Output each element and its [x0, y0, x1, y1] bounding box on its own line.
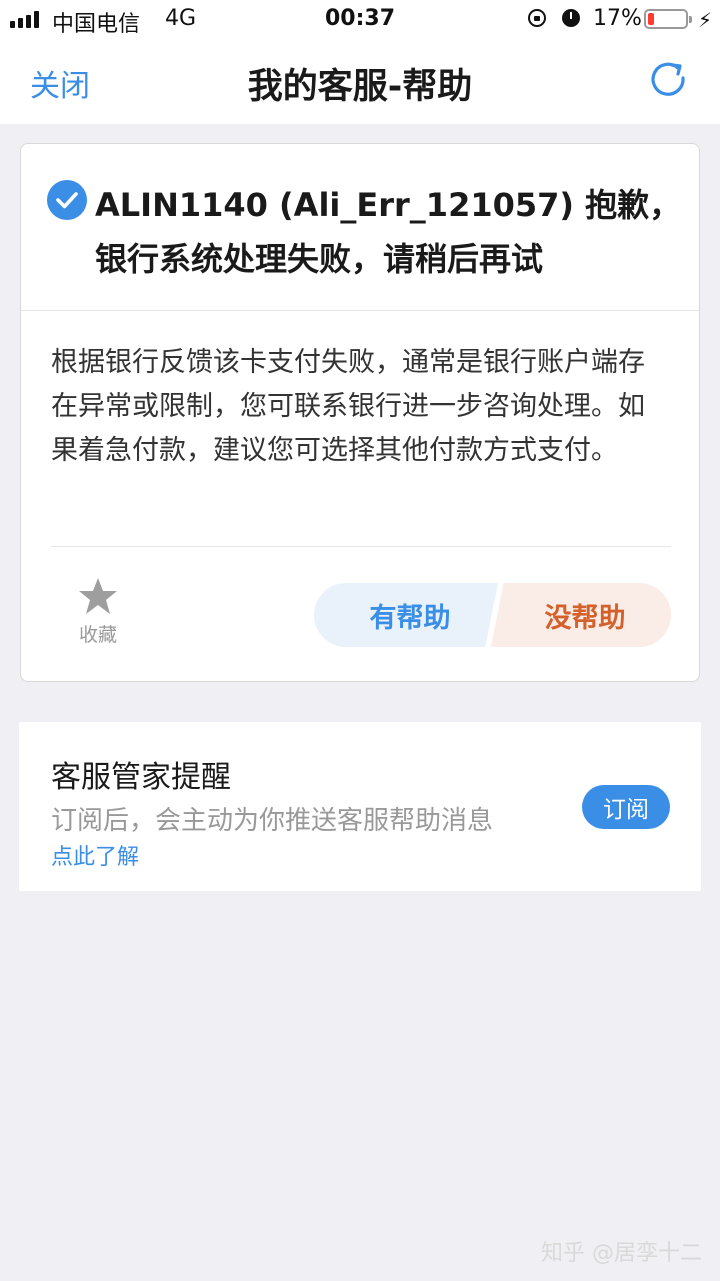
star-icon	[79, 578, 117, 614]
unhelpful-button[interactable]: 没帮助	[491, 583, 671, 647]
question-title: ALIN1140 (Ali_Err_121057) 抱歉，银行系统处理失败，请稍…	[95, 186, 682, 278]
rotation-lock-icon	[528, 9, 546, 27]
favorite-button[interactable]: 收藏	[61, 576, 135, 647]
status-bar: 中国电信 4G 00:37 17% ⚡	[0, 0, 720, 40]
battery-fill	[648, 13, 654, 25]
answer-text: 根据银行反馈该卡支付失败，通常是银行账户端存在异常或限制，您可联系银行进一步咨询…	[51, 347, 645, 466]
alarm-icon	[562, 9, 580, 27]
carrier-name: 中国电信	[52, 12, 141, 37]
helpful-button[interactable]: 有帮助	[314, 583, 498, 647]
signal-icon	[10, 11, 39, 28]
page-title: 我的客服-帮助	[247, 67, 473, 107]
divider	[21, 310, 699, 311]
battery-percent: 17%	[593, 6, 642, 31]
navigation-bar: 关闭 我的客服-帮助	[0, 40, 720, 124]
refresh-icon[interactable]	[648, 60, 688, 100]
service-reminder-card: 客服管家提醒 订阅后，会主动为你推送客服帮助消息 点此了解 订阅	[19, 722, 701, 891]
reminder-description: 订阅后，会主动为你推送客服帮助消息	[51, 806, 494, 836]
favorite-label: 收藏	[78, 624, 117, 646]
subscribe-button[interactable]: 订阅	[582, 785, 670, 829]
close-button[interactable]: 关闭	[30, 61, 90, 105]
learn-more-link[interactable]: 点此了解	[51, 839, 139, 871]
watermark: 知乎 @居孪十二	[541, 1241, 702, 1266]
divider	[51, 546, 671, 547]
charging-bolt-icon: ⚡	[698, 8, 713, 32]
check-circle-icon	[47, 180, 87, 220]
help-answer-card: ALIN1140 (Ali_Err_121057) 抱歉，银行系统处理失败，请稍…	[20, 143, 700, 682]
reminder-title: 客服管家提醒	[51, 760, 231, 795]
battery-icon	[644, 9, 692, 29]
network-type: 4G	[165, 6, 197, 31]
